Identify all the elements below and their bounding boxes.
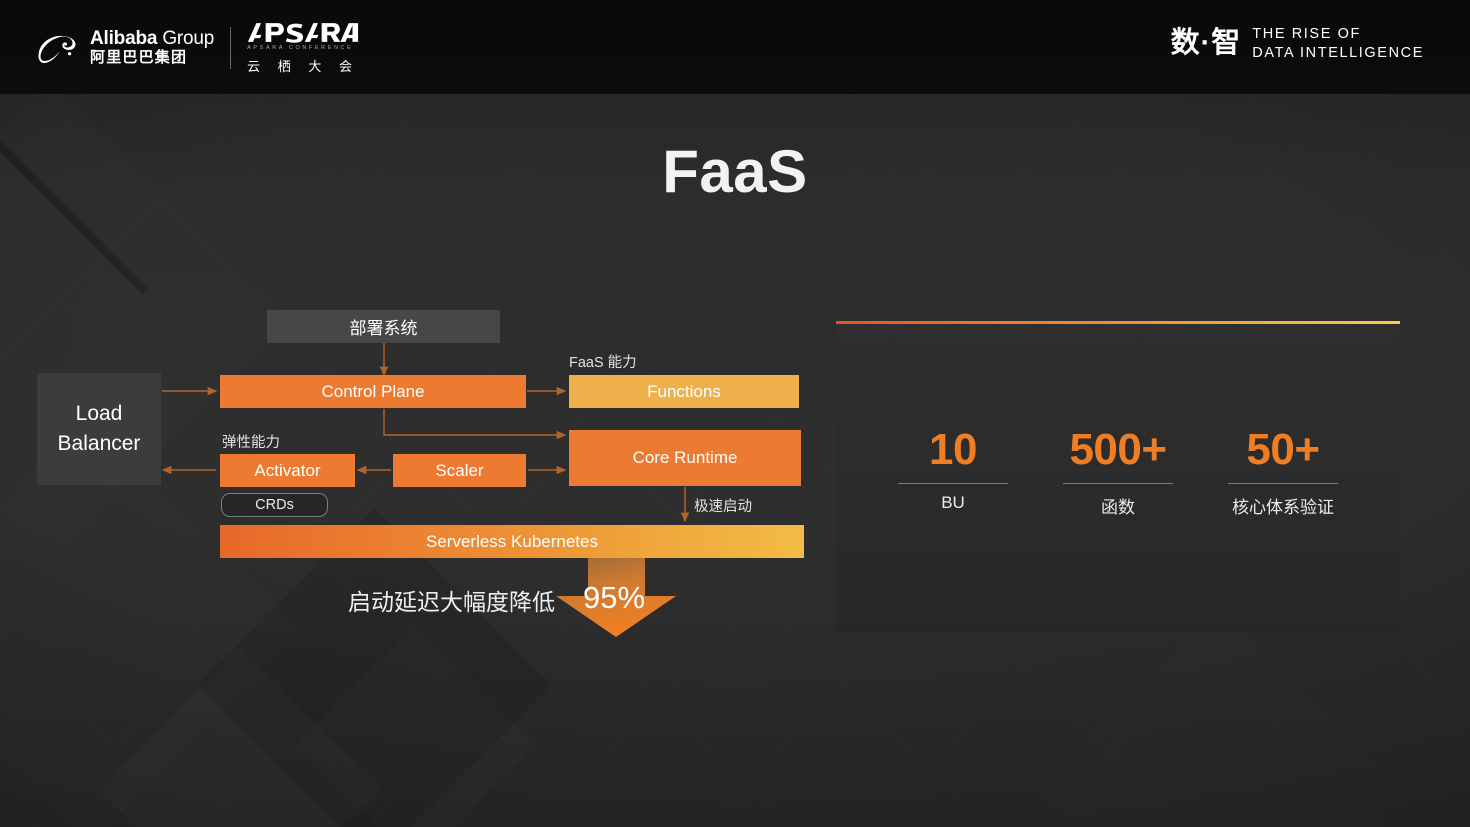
stat-label-core-validation: 核心体系验证 <box>1232 498 1334 517</box>
latency-reduction-percent: 95% <box>583 580 645 616</box>
node-scaler-label: Scaler <box>435 460 484 480</box>
stat-item-bu: 10 BU <box>898 428 1008 518</box>
node-scaler[interactable]: Scaler <box>393 454 526 487</box>
caption-faas-ability-text: FaaS 能力 <box>569 355 637 371</box>
latency-reduction-text: 启动延迟大幅度降低 <box>348 583 555 617</box>
stats-panel-accent-bar <box>836 321 1400 324</box>
node-crds-label: CRDs <box>255 497 294 513</box>
stat-value-functions: 500+ <box>1069 425 1167 474</box>
node-functions-label: Functions <box>647 381 721 401</box>
stat-divider <box>1228 483 1338 484</box>
node-load-balancer-label-line1: Load <box>75 401 123 425</box>
stat-value-core-validation: 50+ <box>1246 425 1320 474</box>
alibaba-brand-text: Alibaba <box>90 27 158 49</box>
node-serverless-kubernetes[interactable]: Serverless Kubernetes <box>220 525 804 558</box>
alibaba-group-text: Group <box>162 27 215 49</box>
stats-row: 10 BU 500+ 函数 50+ 核心体系验证 <box>836 428 1400 518</box>
alibaba-apsara-logo-group: Alibaba Group 阿里巴巴集团 APSARA CONFERENCE 云… <box>36 22 359 75</box>
node-core-runtime[interactable]: Core Runtime <box>569 430 801 486</box>
shuzhi-cn-text: 数·智 <box>1170 27 1242 60</box>
faas-architecture-diagram: 部署系统 Load Balancer Control Plane FaaS 能力… <box>0 0 836 827</box>
node-functions[interactable]: Functions <box>569 375 799 408</box>
node-activator-label: Activator <box>254 460 321 480</box>
node-control-plane-label: Control Plane <box>321 381 425 401</box>
node-control-plane[interactable]: Control Plane <box>220 375 526 408</box>
caption-elastic-ability: 弹性能力 <box>222 431 280 452</box>
rise-line-1: THE RISE OF <box>1252 26 1361 42</box>
rise-lines: THE RISE OF DATA INTELLIGENCE <box>1252 25 1424 62</box>
apsara-cn-text: 云 栖 大 会 <box>247 58 359 74</box>
alibaba-wordmark: Alibaba Group 阿里巴巴集团 <box>90 27 215 68</box>
stat-label-functions: 函数 <box>1101 498 1135 517</box>
apsara-subtitle: APSARA CONFERENCE <box>247 44 354 51</box>
rise-of-data-intelligence-logo: 数·智 THE RISE OF DATA INTELLIGENCE <box>1171 25 1424 62</box>
node-activator[interactable]: Activator <box>220 454 355 487</box>
stat-value-bu: 10 <box>929 425 977 474</box>
node-crds[interactable]: CRDs <box>221 493 328 517</box>
latency-reduction-percent-value: 95% <box>583 580 646 615</box>
rise-line-2: DATA INTELLIGENCE <box>1252 44 1424 61</box>
stat-label-bu: BU <box>941 493 965 512</box>
stat-divider <box>1063 483 1173 484</box>
apsara-logo-block: APSARA CONFERENCE 云 栖 大 会 <box>247 22 359 75</box>
stats-panel: 10 BU 500+ 函数 50+ 核心体系验证 <box>836 321 1400 633</box>
alibaba-logo-icon <box>38 35 76 64</box>
stat-item-functions: 500+ 函数 <box>1063 428 1173 518</box>
node-load-balancer[interactable]: Load Balancer <box>37 373 161 485</box>
header-bar: Alibaba Group 阿里巴巴集团 APSARA CONFERENCE 云… <box>0 0 1470 94</box>
logo-divider <box>230 27 232 69</box>
latency-reduction-label: 启动延迟大幅度降低 <box>348 589 555 615</box>
caption-faas-ability: FaaS 能力 <box>569 351 637 372</box>
slide-root: Alibaba Group 阿里巴巴集团 APSARA CONFERENCE 云… <box>0 0 1470 827</box>
caption-elastic-ability-text: 弹性能力 <box>222 435 280 451</box>
node-core-runtime-label: Core Runtime <box>632 448 738 467</box>
node-deploy-system-label: 部署系统 <box>349 319 418 338</box>
alibaba-cn-text: 阿里巴巴集团 <box>90 49 188 67</box>
stat-divider <box>898 483 1008 484</box>
node-deploy-system[interactable]: 部署系统 <box>267 310 500 343</box>
apsara-wordmark-icon <box>248 22 359 43</box>
node-serverless-kubernetes-label: Serverless Kubernetes <box>426 531 598 551</box>
caption-fast-start-text: 极速启动 <box>694 499 752 515</box>
alibaba-en-line: Alibaba Group <box>90 27 215 49</box>
stat-item-core-validation: 50+ 核心体系验证 <box>1228 428 1338 518</box>
node-load-balancer-label-line2: Balancer <box>57 432 141 455</box>
caption-fast-start: 极速启动 <box>694 495 752 516</box>
